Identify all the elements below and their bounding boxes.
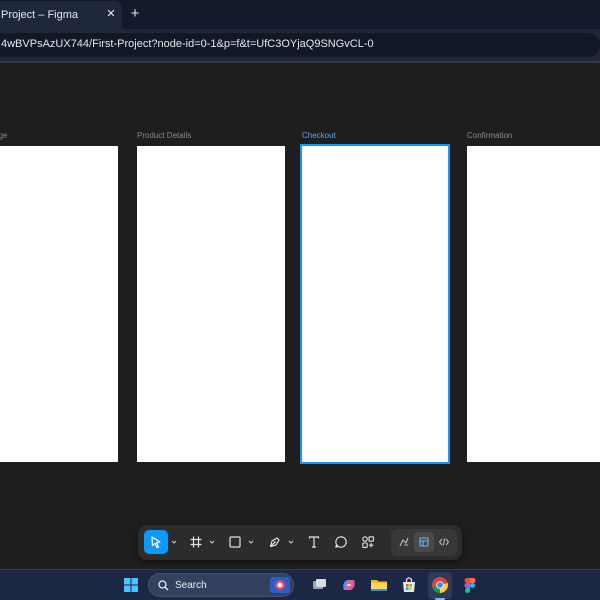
frame-checkout[interactable] bbox=[300, 144, 450, 464]
chevron-down-icon[interactable] bbox=[248, 538, 254, 546]
frame-label-home[interactable]: age bbox=[0, 131, 7, 140]
draw-mode-button[interactable] bbox=[394, 532, 414, 552]
mode-switcher bbox=[391, 529, 457, 556]
task-view-icon[interactable] bbox=[308, 574, 330, 596]
actions-icon bbox=[362, 536, 374, 548]
shape-tool[interactable] bbox=[223, 530, 247, 554]
chevron-down-icon[interactable] bbox=[171, 538, 177, 546]
frame-home[interactable] bbox=[0, 146, 118, 462]
design-icon bbox=[419, 537, 429, 547]
file-explorer-icon[interactable] bbox=[368, 574, 390, 596]
search-label: Search bbox=[175, 580, 207, 591]
microsoft-store-icon[interactable] bbox=[398, 574, 420, 596]
browser-tab-strip: Project – Figma ✕ + bbox=[0, 0, 600, 29]
comment-tool[interactable] bbox=[329, 530, 353, 554]
taskbar: Search bbox=[0, 569, 600, 600]
close-icon[interactable]: ✕ bbox=[104, 7, 118, 21]
copilot-icon[interactable] bbox=[338, 574, 360, 596]
chrome-icon[interactable] bbox=[429, 574, 451, 596]
search-icon bbox=[158, 580, 169, 591]
browser-tab[interactable]: Project – Figma ✕ bbox=[0, 1, 122, 29]
figma-toolbar bbox=[138, 525, 462, 560]
search-highlight-icon bbox=[270, 577, 290, 593]
plus-icon[interactable]: + bbox=[127, 6, 143, 22]
frame-label-confirmation[interactable]: Confirmation bbox=[467, 131, 512, 140]
frame-icon bbox=[190, 536, 202, 548]
design-mode-button[interactable] bbox=[414, 532, 434, 552]
code-icon bbox=[438, 538, 450, 546]
draw-icon bbox=[399, 537, 409, 547]
url-text: 4wBVPsAzUX744/First-Project?node-id=0-1&… bbox=[1, 38, 374, 50]
taskbar-search[interactable]: Search bbox=[148, 573, 294, 597]
chevron-down-icon[interactable] bbox=[209, 538, 215, 546]
frame-tool[interactable] bbox=[184, 530, 208, 554]
text-tool[interactable] bbox=[302, 530, 326, 554]
tab-title: Project – Figma bbox=[1, 9, 79, 21]
address-bar: 4wBVPsAzUX744/First-Project?node-id=0-1&… bbox=[0, 29, 600, 61]
dev-mode-button[interactable] bbox=[434, 532, 454, 552]
actions-tool[interactable] bbox=[356, 530, 380, 554]
pen-icon bbox=[269, 537, 280, 548]
frame-confirmation[interactable] bbox=[467, 146, 600, 462]
figma-icon[interactable] bbox=[459, 574, 481, 596]
frame-product-details[interactable] bbox=[137, 146, 285, 462]
rectangle-icon bbox=[229, 536, 241, 548]
chevron-down-icon[interactable] bbox=[288, 538, 294, 546]
move-tool[interactable] bbox=[144, 530, 168, 554]
frame-label-product-details[interactable]: Product Details bbox=[137, 131, 191, 140]
figma-canvas[interactable]: age Product Details Checkout Confirmatio… bbox=[0, 61, 600, 569]
pen-tool[interactable] bbox=[263, 530, 287, 554]
text-icon bbox=[308, 536, 320, 548]
frame-label-checkout[interactable]: Checkout bbox=[302, 131, 336, 140]
cursor-icon bbox=[151, 536, 161, 549]
windows-start-icon[interactable] bbox=[120, 574, 142, 596]
comment-icon bbox=[335, 536, 347, 548]
